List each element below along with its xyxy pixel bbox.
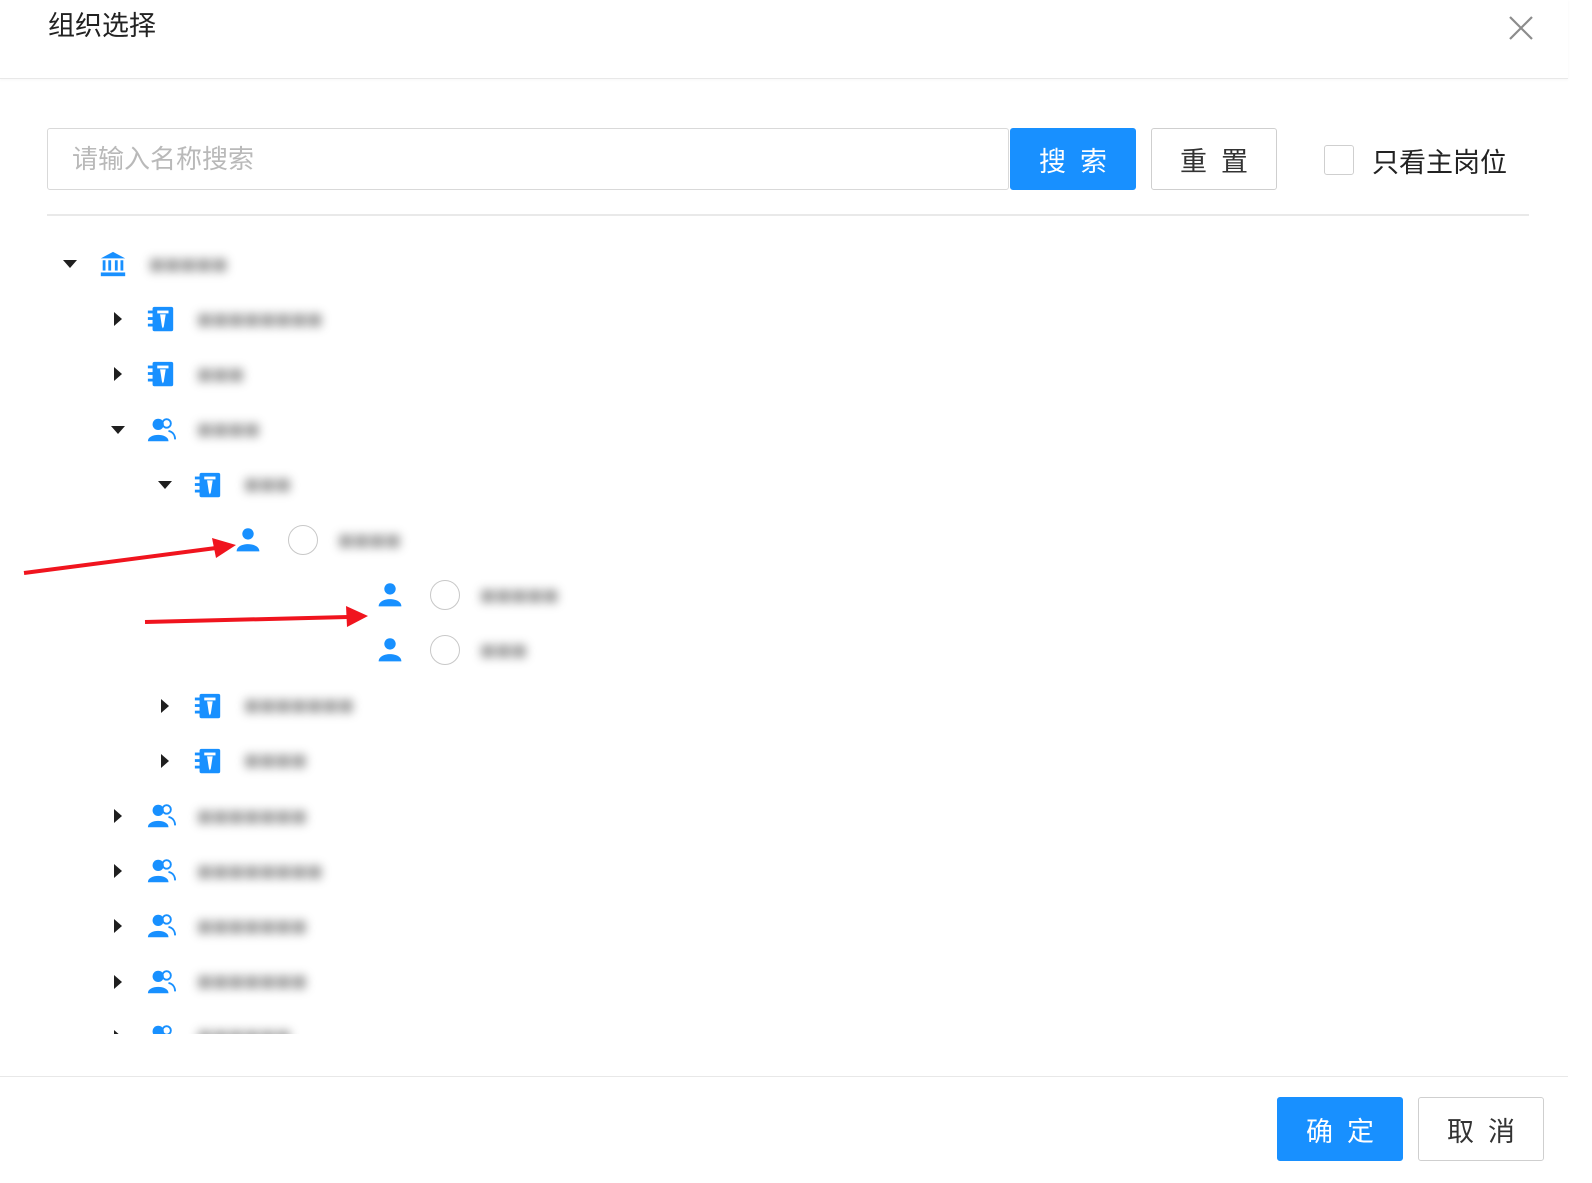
caret-right-icon[interactable] <box>103 304 133 334</box>
reset-button[interactable]: 重置 <box>1151 128 1277 190</box>
tree-node[interactable]: ■■■■ <box>103 402 260 458</box>
search-input[interactable] <box>47 128 1009 190</box>
team-icon <box>145 1021 177 1034</box>
search-button[interactable]: 搜索 <box>1010 128 1136 190</box>
department-icon <box>192 745 224 777</box>
caret-right-icon[interactable] <box>103 967 133 997</box>
tree-node-label: ■■■■■■ <box>197 1021 291 1034</box>
team-icon <box>145 966 177 998</box>
tree-node[interactable]: ■■■■■■■■ <box>103 843 323 899</box>
department-icon <box>145 358 177 390</box>
tree-node-label: ■■■■ <box>338 524 401 555</box>
tree-node-label: ■■■ <box>197 358 245 389</box>
dialog-title: 组织选择 <box>48 11 156 41</box>
team-icon <box>145 800 177 832</box>
tree-node[interactable]: ■■■ <box>103 346 244 402</box>
caret-right-icon[interactable] <box>103 801 133 831</box>
select-radio[interactable] <box>430 580 460 611</box>
user-icon <box>374 579 406 611</box>
select-radio[interactable] <box>430 635 460 666</box>
tree-node[interactable]: ■■■■ <box>150 733 307 789</box>
tree-node-label: ■■■■■■■ <box>197 910 307 941</box>
tree-node-label: ■■■ <box>244 469 292 500</box>
user-icon <box>374 634 406 666</box>
divider <box>47 214 1529 216</box>
caret-down-icon[interactable] <box>150 470 180 500</box>
tree-node-label: ■■■■ <box>244 745 307 776</box>
caret-right-icon[interactable] <box>150 691 180 721</box>
tree-node[interactable]: ■■■■■ <box>374 567 559 623</box>
tree-node-label: ■■■■■■■ <box>244 690 354 721</box>
only-main-post-checkbox[interactable] <box>1324 145 1354 175</box>
tree-node[interactable]: ■■■■ <box>232 512 401 568</box>
only-main-post-toggle[interactable]: 只看主岗位 <box>1324 138 1507 182</box>
tree-node-label: ■■■■■■■■ <box>197 303 323 334</box>
org-tree: ■■■■■ ■■■■■■■■ ■■■ ■■■■ ■■■ ■■■■ ■■■■■ ■■■ ■■■■■… <box>0 236 1560 1034</box>
caret-right-icon[interactable] <box>103 911 133 941</box>
tree-node[interactable]: ■■■■■ <box>55 236 228 292</box>
cancel-button[interactable]: 取消 <box>1418 1097 1544 1161</box>
tree-node-label: ■■■■■■■■ <box>197 855 323 886</box>
close-icon[interactable] <box>1505 12 1537 44</box>
tree-node-label: ■■■■■ <box>480 579 559 610</box>
department-icon <box>192 690 224 722</box>
caret-right-icon[interactable] <box>103 359 133 389</box>
tree-node[interactable]: ■■■■■■ <box>103 1009 291 1034</box>
tree-node[interactable]: ■■■■■■■ <box>103 788 307 844</box>
caret-right-icon[interactable] <box>103 1022 133 1034</box>
tree-node-label: ■■■■ <box>197 414 260 445</box>
tree-node[interactable]: ■■■■■■■ <box>150 678 354 734</box>
caret-right-icon[interactable] <box>103 856 133 886</box>
user-icon <box>232 524 264 556</box>
caret-down-icon[interactable] <box>103 415 133 445</box>
org-select-dialog: 组织选择 搜索 重置 只看主岗位 ■■■■■■■■■■■■■■■■■■■■■■■… <box>0 0 1570 1182</box>
select-radio[interactable] <box>288 525 318 555</box>
tree-node[interactable]: ■■■■■■■■ <box>103 291 323 347</box>
team-icon <box>145 910 177 942</box>
tree-node[interactable]: ■■■ <box>374 622 527 678</box>
tree-node-label: ■■■■■■■ <box>197 966 307 997</box>
dialog-header: 组织选择 <box>0 0 1568 79</box>
confirm-button[interactable]: 确定 <box>1277 1097 1403 1161</box>
tree-node[interactable]: ■■■■■■■ <box>103 954 307 1010</box>
team-icon <box>145 855 177 887</box>
tree-node[interactable]: ■■■■■■■ <box>103 898 307 954</box>
tree-node-label: ■■■■■■■ <box>197 800 307 831</box>
only-main-post-label: 只看主岗位 <box>1372 147 1507 178</box>
tree-node-label: ■■■■■ <box>149 248 228 279</box>
department-icon <box>145 303 177 335</box>
tree-node-label: ■■■ <box>480 634 528 665</box>
team-icon <box>145 414 177 446</box>
bank-icon <box>97 248 129 280</box>
department-icon <box>192 469 224 501</box>
caret-right-icon[interactable] <box>150 746 180 776</box>
caret-down-icon[interactable] <box>55 249 85 279</box>
tree-node[interactable]: ■■■ <box>150 457 291 513</box>
